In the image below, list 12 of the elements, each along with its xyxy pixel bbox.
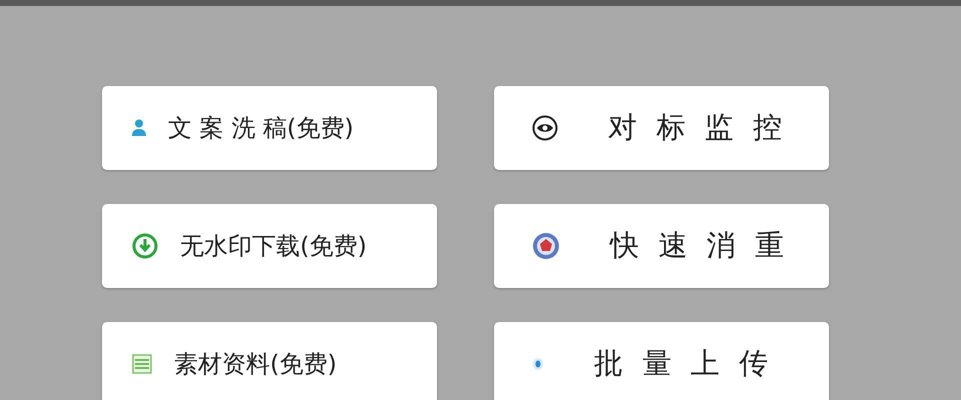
menu-button[interactable]: 文 案 洗 稿(免费) <box>102 86 437 170</box>
menu-button[interactable]: 对 标 监 控 <box>494 86 829 170</box>
list-icon <box>132 354 152 374</box>
dot-icon <box>532 357 544 371</box>
badge-icon <box>532 232 560 260</box>
download-icon <box>132 233 158 259</box>
menu-button[interactable]: 批 量 上 传 <box>494 322 829 400</box>
menu-button[interactable]: 无水印下载(免费) <box>102 204 437 288</box>
menu-button[interactable]: 素材资料(免费) <box>102 322 437 400</box>
eye-icon <box>532 115 558 141</box>
person-icon <box>132 119 146 137</box>
menu-button[interactable]: 快 速 消 重 <box>494 204 829 288</box>
